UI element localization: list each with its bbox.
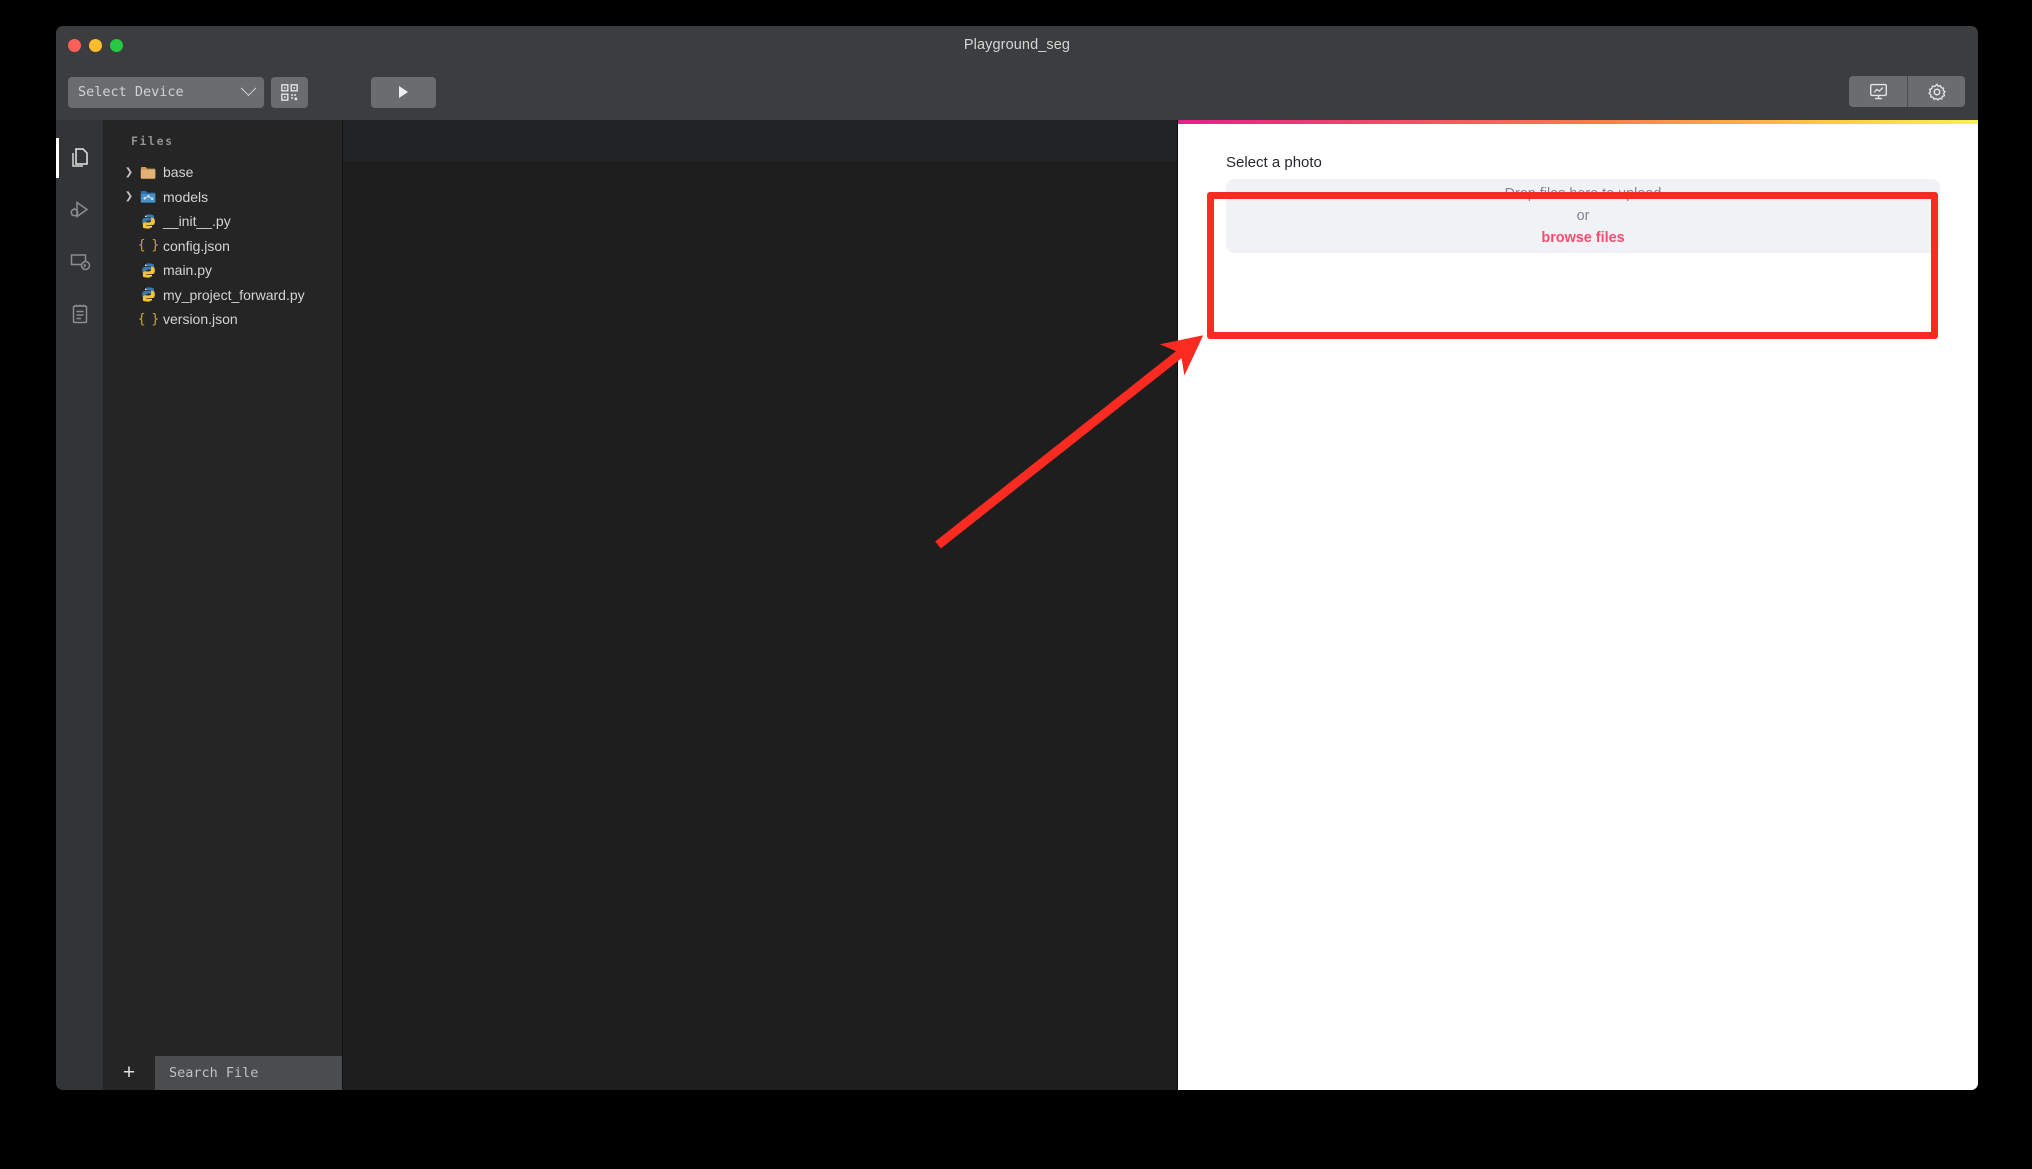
chevron-down-icon xyxy=(240,79,257,96)
file-tree-row[interactable]: ❯ models xyxy=(103,185,342,210)
play-triangle-icon xyxy=(399,86,408,98)
python-icon xyxy=(137,213,159,230)
python-icon xyxy=(137,262,159,279)
file-tree-label: models xyxy=(163,188,209,205)
browse-files-link[interactable]: browse files xyxy=(1541,227,1624,249)
app-preview-panel: Select a photo Drop files here to upload… xyxy=(1178,120,1978,1090)
python-icon xyxy=(141,263,155,278)
sidebar-item-notes[interactable] xyxy=(56,288,103,340)
dropzone-or-text: or xyxy=(1576,207,1590,224)
upload-widget-label: Select a photo xyxy=(1226,154,1322,171)
file-tree-label: my_project_forward.py xyxy=(163,286,305,303)
device-select-dropdown[interactable]: Select Device xyxy=(68,76,264,108)
folder-icon xyxy=(137,165,159,180)
python-icon xyxy=(141,214,155,229)
code-editor-panel xyxy=(343,120,1178,1090)
explorer-header: Files xyxy=(131,134,174,148)
file-tree-row[interactable]: ❯main.py xyxy=(103,258,342,283)
file-tree-row[interactable]: ❯__init__.py xyxy=(103,209,342,234)
file-tree-label: config.json xyxy=(163,237,230,254)
folder-models-icon xyxy=(140,191,155,204)
file-dropzone[interactable]: Drop files here to upload or browse file… xyxy=(1226,179,1940,253)
presentation-chart-icon xyxy=(1869,83,1887,100)
files-icon xyxy=(71,148,88,167)
file-tree-label: __init__.py xyxy=(163,213,231,230)
file-tree-row[interactable]: ❯{ }config.json xyxy=(103,234,342,259)
toolbar: Select Device xyxy=(56,64,1978,120)
terminal-monitor-icon xyxy=(70,254,90,271)
file-tree-label: base xyxy=(163,164,194,181)
folder-icon xyxy=(140,166,155,179)
chevron-right-icon[interactable]: ❯ xyxy=(121,191,137,202)
file-tree-row[interactable]: ❯my_project_forward.py xyxy=(103,283,342,308)
device-select-value: Select Device xyxy=(78,84,184,100)
folder-models-icon xyxy=(137,189,159,204)
run-and-debug-icon xyxy=(70,201,88,218)
json-braces-icon: { } xyxy=(137,238,160,254)
title-bar: Playground_seg xyxy=(56,26,1978,64)
json-braces-icon: { } xyxy=(137,311,160,327)
explorer-footer: + Search File xyxy=(103,1056,342,1090)
photo-upload-widget: Select a photo Drop files here to upload… xyxy=(1226,154,1940,253)
chevron-right-icon[interactable]: ❯ xyxy=(121,167,137,178)
file-tree-label: main.py xyxy=(163,262,213,279)
file-tree-row[interactable]: ❯{ }version.json xyxy=(103,307,342,332)
preview-content: Select a photo Drop files here to upload… xyxy=(1178,124,1978,1090)
editor-canvas[interactable] xyxy=(343,163,1177,1090)
main-body: Files ❯ base ❯ models ❯__init__.py❯{ }config… xyxy=(56,120,1978,1090)
python-icon xyxy=(137,286,159,303)
python-icon xyxy=(141,287,155,302)
toolbar-right-group xyxy=(1849,76,1965,107)
file-tree-label: version.json xyxy=(163,311,238,328)
file-tree: ❯base❯models❯__init__.py❯{ }config.json❯… xyxy=(103,158,342,1056)
notes-clipboard-icon xyxy=(72,304,87,324)
dropzone-instruction: Drop files here to upload xyxy=(1504,185,1662,202)
qr-code-button[interactable] xyxy=(271,76,308,108)
sidebar-item-run-debug[interactable] xyxy=(56,184,103,236)
json-braces-icon: { } xyxy=(137,311,160,327)
sidebar-item-terminal[interactable] xyxy=(56,236,103,288)
add-file-button[interactable]: + xyxy=(103,1056,155,1090)
run-button[interactable] xyxy=(371,76,436,108)
settings-button[interactable] xyxy=(1907,76,1965,107)
json-braces-icon: { } xyxy=(137,238,160,254)
qr-code-icon xyxy=(281,83,298,101)
app-window: Playground_seg Select Device Files ❯ bas… xyxy=(56,26,1978,1090)
window-title: Playground_seg xyxy=(963,37,1071,53)
file-explorer-panel: Files ❯ base ❯ models ❯__init__.py❯{ }config… xyxy=(103,120,343,1090)
file-tree-row[interactable]: ❯ base xyxy=(103,160,342,185)
search-file-input[interactable]: Search File xyxy=(155,1056,342,1090)
presentation-board-button[interactable] xyxy=(1849,76,1907,107)
sidebar-item-files[interactable] xyxy=(56,132,103,184)
gear-icon xyxy=(1927,83,1946,101)
editor-tab-bar xyxy=(343,120,1177,163)
activity-bar xyxy=(56,120,103,1090)
